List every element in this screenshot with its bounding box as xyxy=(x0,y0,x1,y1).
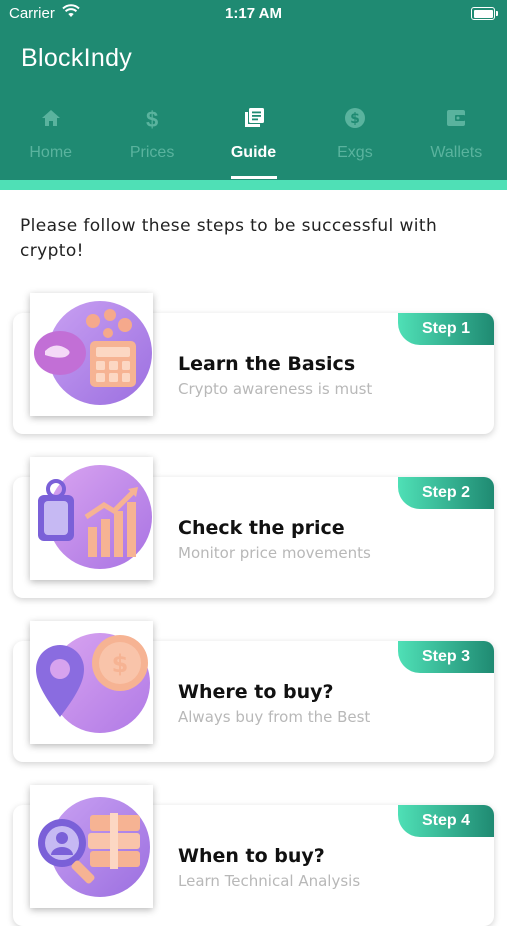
home-icon xyxy=(0,107,101,133)
tab-exgs-label: Exgs xyxy=(337,144,373,161)
accent-bar xyxy=(0,180,507,190)
step-subtitle: Crypto awareness is must xyxy=(178,380,373,398)
tab-prices[interactable]: $ Prices xyxy=(101,100,202,180)
calculator-coins-icon xyxy=(34,301,152,405)
svg-text:$: $ xyxy=(350,111,360,127)
step-card-1[interactable]: Step 1 Learn the Basics Crypto awareness… xyxy=(13,293,494,434)
step-title: When to buy? xyxy=(178,845,325,867)
clock: 1:17 AM xyxy=(225,5,282,22)
tab-wallets[interactable]: Wallets xyxy=(406,100,507,180)
step-subtitle: Monitor price movements xyxy=(178,544,371,562)
location-coin-icon: $ xyxy=(36,633,150,733)
step-badge: Step 4 xyxy=(398,805,494,837)
tab-prices-label: Prices xyxy=(129,144,175,161)
step-3-illustration: $ xyxy=(30,621,153,744)
app-header: Carrier 1:17 AM BlockIndy Home $ Prices … xyxy=(0,0,507,180)
step-card-3[interactable]: $ Step 3 Where to buy? Always buy from t… xyxy=(13,621,494,762)
status-bar: Carrier 1:17 AM xyxy=(0,0,507,28)
step-title: Learn the Basics xyxy=(178,353,356,375)
tab-exgs[interactable]: $ Exgs xyxy=(304,100,405,180)
step-4-illustration xyxy=(30,785,153,908)
tab-home[interactable]: Home xyxy=(0,100,101,180)
coin-icon: $ xyxy=(304,107,405,133)
dollar-icon: $ xyxy=(145,107,159,132)
tab-wallets-label: Wallets xyxy=(430,144,483,161)
step-badge: Step 1 xyxy=(398,313,494,345)
step-badge: Step 2 xyxy=(398,477,494,509)
step-title: Check the price xyxy=(178,517,345,539)
active-tab-indicator xyxy=(230,176,277,179)
tab-guide-label: Guide xyxy=(230,144,277,161)
step-title: Where to buy? xyxy=(178,681,334,703)
price-tag-chart-icon xyxy=(38,465,152,569)
app-title: BlockIndy xyxy=(21,44,133,72)
battery-icon xyxy=(471,7,498,20)
step-2-illustration xyxy=(30,457,153,580)
intro-text: Please follow these steps to be successf… xyxy=(20,216,438,261)
svg-text:$: $ xyxy=(112,650,129,678)
tab-guide[interactable]: Guide xyxy=(203,100,304,180)
guide-book-icon xyxy=(203,107,304,133)
step-card-2[interactable]: Step 2 Check the price Monitor price mov… xyxy=(13,457,494,598)
step-subtitle: Always buy from the Best xyxy=(178,708,371,726)
step-1-illustration xyxy=(30,293,153,416)
tab-home-label: Home xyxy=(29,144,73,161)
magnifier-money-icon xyxy=(38,797,150,897)
step-badge: Step 3 xyxy=(398,641,494,673)
tab-bar: Home $ Prices Guide $ Exgs Wallets xyxy=(0,100,507,180)
wallet-icon xyxy=(406,107,507,133)
step-subtitle: Learn Technical Analysis xyxy=(178,872,361,890)
step-card-4[interactable]: Step 4 When to buy? Learn Technical Anal… xyxy=(13,785,494,926)
